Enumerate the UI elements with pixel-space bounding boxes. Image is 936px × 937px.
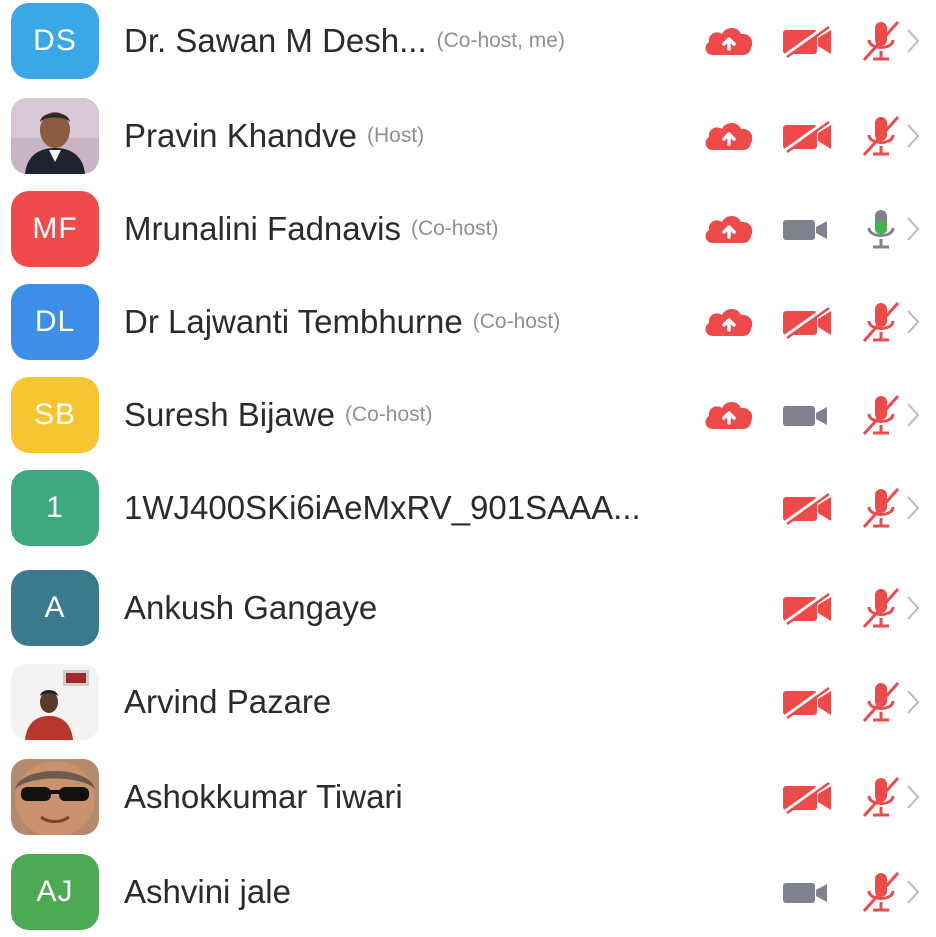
video-off-icon[interactable] bbox=[780, 24, 834, 58]
chevron-right-icon[interactable] bbox=[905, 593, 921, 623]
participant-name: Arvind Pazare bbox=[124, 683, 332, 720]
participant-name: 1WJ400SKi6iAeMxRV_901SAAA... bbox=[124, 489, 641, 526]
cloud-icon bbox=[703, 25, 755, 57]
participant-row[interactable]: DS Dr. Sawan M Desh... (Co-host, me) bbox=[0, 0, 936, 86]
cloud-icon bbox=[703, 213, 755, 245]
mic-muted-icon[interactable] bbox=[858, 113, 904, 159]
participant-row[interactable]: Pravin Khandve (Host) bbox=[0, 91, 936, 181]
participant-row[interactable]: Arvind Pazare bbox=[0, 657, 936, 747]
participant-row[interactable]: DL Dr Lajwanti Tembhurne (Co-host) bbox=[0, 277, 936, 367]
video-off-icon[interactable] bbox=[780, 591, 834, 625]
participant-role: (Co-host, me) bbox=[436, 29, 565, 52]
chevron-right-icon[interactable] bbox=[905, 400, 921, 430]
chevron-right-icon[interactable] bbox=[905, 214, 921, 244]
avatar: A bbox=[11, 570, 99, 646]
avatar: 1 bbox=[11, 470, 99, 546]
mic-active-icon[interactable] bbox=[858, 206, 904, 252]
avatar: SB bbox=[11, 377, 99, 453]
participant-role: (Host) bbox=[366, 124, 425, 147]
mic-muted-icon[interactable] bbox=[858, 774, 904, 820]
participant-row[interactable]: A Ankush Gangaye bbox=[0, 563, 936, 653]
video-on-icon[interactable] bbox=[780, 212, 834, 246]
participant-name: Mrunalini Fadnavis bbox=[124, 210, 401, 247]
video-off-icon[interactable] bbox=[780, 119, 834, 153]
avatar-photo bbox=[11, 664, 99, 740]
mic-muted-icon[interactable] bbox=[858, 392, 904, 438]
mic-muted-icon[interactable] bbox=[858, 485, 904, 531]
participant-row[interactable]: Ashokkumar Tiwari bbox=[0, 752, 936, 842]
video-on-icon[interactable] bbox=[780, 875, 834, 909]
avatar: DS bbox=[11, 3, 99, 79]
chevron-right-icon[interactable] bbox=[905, 877, 921, 907]
participant-role: (Co-host) bbox=[344, 403, 433, 426]
participant-name: Dr Lajwanti Tembhurne bbox=[124, 303, 463, 340]
cloud-icon bbox=[703, 306, 755, 338]
chevron-right-icon[interactable] bbox=[905, 121, 921, 151]
chevron-right-icon[interactable] bbox=[905, 782, 921, 812]
video-off-icon[interactable] bbox=[780, 491, 834, 525]
participant-name: Dr. Sawan M Desh... bbox=[124, 22, 427, 59]
chevron-right-icon[interactable] bbox=[905, 26, 921, 56]
participant-name: Pravin Khandve bbox=[124, 117, 357, 154]
cloud-icon bbox=[703, 120, 755, 152]
participant-name: Ankush Gangaye bbox=[124, 589, 378, 626]
chevron-right-icon[interactable] bbox=[905, 307, 921, 337]
participants-list: DS Dr. Sawan M Desh... (Co-host, me) Pra… bbox=[0, 0, 936, 930]
participant-name: Suresh Bijawe bbox=[124, 396, 335, 433]
chevron-right-icon[interactable] bbox=[905, 493, 921, 523]
participant-role: (Co-host) bbox=[410, 217, 499, 240]
chevron-right-icon[interactable] bbox=[905, 687, 921, 717]
mic-muted-icon[interactable] bbox=[858, 299, 904, 345]
mic-muted-icon[interactable] bbox=[858, 18, 904, 64]
participant-row[interactable]: SB Suresh Bijawe (Co-host) bbox=[0, 370, 936, 460]
avatar-photo bbox=[11, 98, 99, 174]
cloud-icon bbox=[703, 399, 755, 431]
avatar: AJ bbox=[11, 854, 99, 930]
avatar: MF bbox=[11, 191, 99, 267]
participant-row[interactable]: MF Mrunalini Fadnavis (Co-host) bbox=[0, 184, 936, 274]
video-off-icon[interactable] bbox=[780, 685, 834, 719]
video-off-icon[interactable] bbox=[780, 305, 834, 339]
mic-muted-icon[interactable] bbox=[858, 585, 904, 631]
avatar: DL bbox=[11, 284, 99, 360]
participant-name: Ashokkumar Tiwari bbox=[124, 778, 403, 815]
mic-muted-icon[interactable] bbox=[858, 869, 904, 915]
video-on-icon[interactable] bbox=[780, 398, 834, 432]
participant-row[interactable]: 1 1WJ400SKi6iAeMxRV_901SAAA... bbox=[0, 463, 936, 553]
mic-muted-icon[interactable] bbox=[858, 679, 904, 725]
participant-name: Ashvini jale bbox=[124, 873, 291, 910]
video-off-icon[interactable] bbox=[780, 780, 834, 814]
participant-role: (Co-host) bbox=[472, 310, 561, 333]
avatar-photo bbox=[11, 759, 99, 835]
